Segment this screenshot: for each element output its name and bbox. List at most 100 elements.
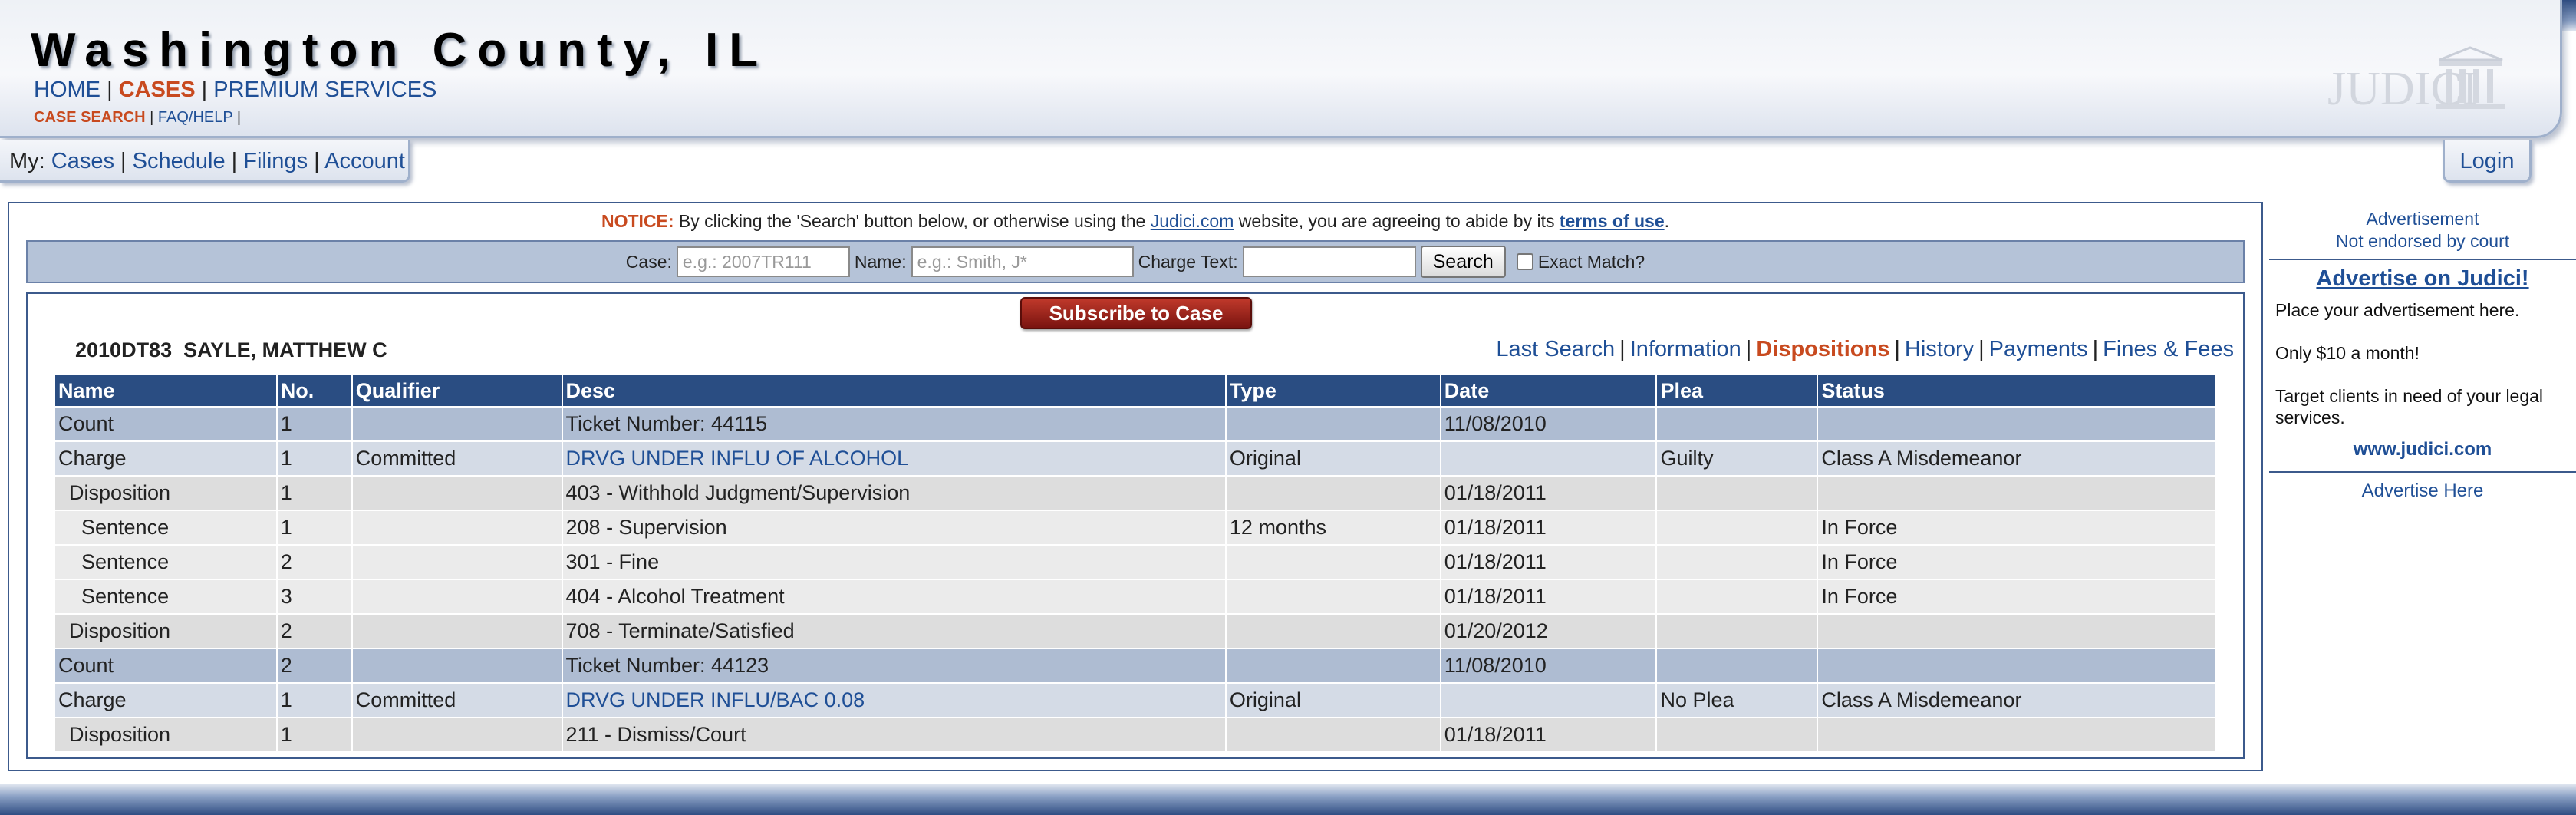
- advertise-on-judici-link[interactable]: Advertise on Judici!: [2269, 266, 2576, 292]
- cell-date: 01/18/2011: [1439, 579, 1658, 615]
- site-header: Washington County, IL HOME | CASES | PRE…: [0, 0, 2562, 138]
- cell-type: [1224, 406, 1441, 442]
- name-input[interactable]: [911, 246, 1134, 277]
- my-account-link[interactable]: Account: [324, 149, 405, 173]
- county-title: Washington County, IL: [31, 24, 769, 77]
- login-button[interactable]: Login: [2443, 140, 2532, 183]
- nav-cases-link[interactable]: CASES: [119, 78, 196, 102]
- case-number-input[interactable]: [676, 246, 850, 277]
- tab-dispositions[interactable]: Dispositions: [1756, 337, 1889, 361]
- cell-name: Sentence: [54, 510, 278, 546]
- subscribe-to-case-button[interactable]: Subscribe to Case: [1020, 297, 1252, 329]
- cell-desc: Ticket Number: 44115: [561, 406, 1227, 442]
- tab-last-search[interactable]: Last Search: [1496, 337, 1615, 361]
- charge-description-link[interactable]: DRVG UNDER INFLU OF ALCOHOL: [566, 447, 909, 470]
- terms-of-use-link[interactable]: terms of use: [1560, 211, 1665, 231]
- case-label: Case:: [625, 251, 672, 272]
- my-separator: |: [231, 149, 238, 173]
- cell-type: 12 months: [1224, 510, 1441, 546]
- cell-plea: [1655, 613, 1819, 649]
- cell-name: Sentence: [54, 579, 278, 615]
- cell-no: 1: [275, 682, 353, 718]
- cell-date: 11/08/2010: [1439, 406, 1658, 442]
- table-row-sentence: Sentence 1 208 - Supervision 12 months 0…: [54, 510, 2217, 546]
- cell-type: [1224, 648, 1441, 684]
- cell-name: Sentence: [54, 544, 278, 580]
- cell-no: 1: [275, 510, 353, 546]
- cell-status: In Force: [1817, 510, 2217, 546]
- nav-home-link[interactable]: HOME: [34, 78, 100, 102]
- table-row-charge: Charge 1 Committed DRVG UNDER INFLU/BAC …: [54, 682, 2217, 718]
- subnav-case-search-link[interactable]: CASE SEARCH: [34, 109, 146, 126]
- main-panel: NOTICE: By clicking the 'Search' button …: [8, 202, 2263, 771]
- notice-label: NOTICE:: [601, 211, 674, 231]
- table-row-disposition: Disposition 2 708 - Terminate/Satisfied …: [54, 613, 2217, 649]
- cell-plea: [1655, 648, 1819, 684]
- cell-name: Disposition: [54, 475, 278, 511]
- name-label: Name:: [854, 251, 907, 272]
- nav-separator: |: [107, 78, 113, 102]
- tab-information[interactable]: Information: [1630, 337, 1741, 361]
- charge-text-input[interactable]: [1242, 246, 1416, 277]
- cell-name: Count: [54, 648, 278, 684]
- cell-plea: [1655, 475, 1819, 511]
- cell-date: 01/18/2011: [1439, 544, 1658, 580]
- subnav-faq-help-link[interactable]: FAQ/HELP: [158, 109, 232, 126]
- cell-desc: 211 - Dismiss/Court: [561, 717, 1227, 753]
- cell-plea: No Plea: [1655, 682, 1819, 718]
- cell-date: 11/08/2010: [1439, 648, 1658, 684]
- tab-fines-fees[interactable]: Fines & Fees: [2103, 337, 2234, 361]
- case-panel: Subscribe to Case 2010DT83 SAYLE, MATTHE…: [26, 292, 2245, 759]
- search-button[interactable]: Search: [1420, 246, 1506, 278]
- ad-divider: [2269, 259, 2576, 260]
- cell-name: Disposition: [54, 717, 278, 753]
- cell-type: [1224, 717, 1441, 753]
- cell-plea: Guilty: [1655, 440, 1819, 477]
- my-schedule-link[interactable]: Schedule: [133, 149, 226, 173]
- cell-plea: [1655, 717, 1819, 753]
- cell-qualifier: [351, 648, 563, 684]
- nav-separator: |: [201, 78, 208, 102]
- table-row-charge: Charge 1 Committed DRVG UNDER INFLU OF A…: [54, 440, 2217, 477]
- cell-type: Original: [1224, 682, 1441, 718]
- cell-date: [1439, 440, 1658, 477]
- column-header: Desc: [561, 374, 1227, 408]
- judici-link[interactable]: Judici.com: [1151, 211, 1234, 231]
- tab-separator: |: [1894, 337, 1900, 361]
- cell-desc: 404 - Alcohol Treatment: [561, 579, 1227, 615]
- subnav-separator: |: [236, 109, 242, 126]
- exact-match-checkbox[interactable]: [1516, 253, 1533, 270]
- party-name: SAYLE, MATTHEW C: [183, 338, 387, 361]
- charge-text-label: Charge Text:: [1138, 251, 1238, 272]
- cell-qualifier: [351, 579, 563, 615]
- ad-divider: [2269, 471, 2576, 473]
- advertise-here-link[interactable]: Advertise Here: [2269, 480, 2576, 502]
- my-cases-link[interactable]: Cases: [51, 149, 114, 173]
- cell-desc: DRVG UNDER INFLU/BAC 0.08: [561, 682, 1227, 718]
- my-filings-link[interactable]: Filings: [243, 149, 308, 173]
- cell-date: 01/18/2011: [1439, 475, 1658, 511]
- cell-type: [1224, 613, 1441, 649]
- judici-logo: JUDICI: [2327, 46, 2505, 115]
- charge-description-link[interactable]: DRVG UNDER INFLU/BAC 0.08: [566, 688, 865, 711]
- ad-disclaimer: Not endorsed by court: [2335, 231, 2510, 251]
- judici-site-link[interactable]: www.judici.com: [2269, 439, 2576, 460]
- cell-status: [1817, 613, 2217, 649]
- dispositions-table: Name No. Qualifier Desc Type Date Plea S…: [54, 374, 2217, 753]
- tab-separator: |: [1619, 337, 1626, 361]
- tab-separator: |: [1978, 337, 1985, 361]
- cell-date: 01/18/2011: [1439, 717, 1658, 753]
- notice-end: .: [1664, 211, 1670, 231]
- cell-plea: [1655, 579, 1819, 615]
- nav-premium-services-link[interactable]: PREMIUM SERVICES: [213, 78, 436, 102]
- my-separator: |: [314, 149, 320, 173]
- tab-history[interactable]: History: [1905, 337, 1974, 361]
- column-header: Qualifier: [351, 374, 563, 408]
- cell-plea: [1655, 544, 1819, 580]
- cell-qualifier: [351, 613, 563, 649]
- cell-status: In Force: [1817, 544, 2217, 580]
- column-header: Date: [1439, 374, 1658, 408]
- tab-payments[interactable]: Payments: [1989, 337, 2088, 361]
- subnav-separator: |: [150, 109, 154, 126]
- cell-name: Disposition: [54, 613, 278, 649]
